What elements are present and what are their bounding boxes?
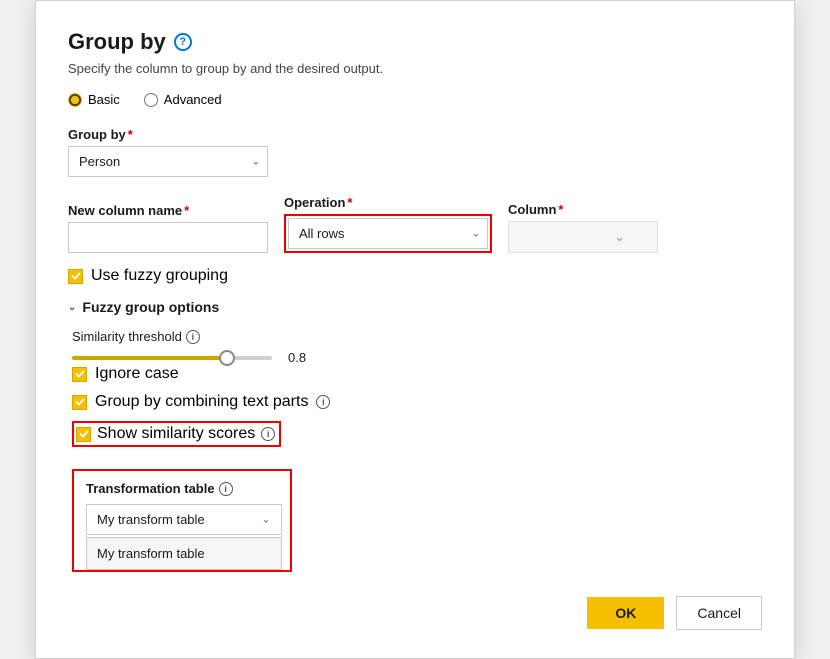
column-label: Column* xyxy=(508,202,658,217)
group-by-select-wrapper: Person Department Region ⌄ xyxy=(68,146,268,177)
new-column-field: New column name* Frequency xyxy=(68,203,268,253)
dialog-title: Group by xyxy=(68,29,166,55)
help-icon[interactable]: ? xyxy=(174,33,192,51)
group-combining-checkbox[interactable] xyxy=(72,395,87,410)
group-combining-row: Group by combining text parts i xyxy=(72,393,762,411)
cancel-button[interactable]: Cancel xyxy=(676,596,762,630)
group-combining-label: Group by combining text parts xyxy=(95,393,308,411)
similarity-threshold-label: Similarity threshold i xyxy=(72,329,762,344)
show-similarity-row: Show similarity scores i xyxy=(72,421,762,447)
slider-row: 0.8 xyxy=(72,350,762,365)
operation-select[interactable]: All rows Sum Count Average Min Max xyxy=(288,218,488,249)
show-similarity-checkbox[interactable] xyxy=(76,427,91,442)
ignore-case-checkmark-icon xyxy=(75,369,85,379)
advanced-radio-text: Advanced xyxy=(164,92,222,107)
fuzzy-grouping-checkbox[interactable] xyxy=(68,269,83,284)
dialog-subtitle: Specify the column to group by and the d… xyxy=(68,61,762,76)
show-similarity-checkmark-icon xyxy=(79,429,89,439)
show-similarity-info-icon[interactable]: i xyxy=(261,427,275,441)
group-combining-info-icon[interactable]: i xyxy=(316,395,330,409)
fuzzy-grouping-row: Use fuzzy grouping xyxy=(68,267,762,285)
operation-field: Operation* All rows Sum Count Average Mi… xyxy=(284,195,492,253)
operation-highlight-box: All rows Sum Count Average Min Max ⌄ xyxy=(284,214,492,253)
fuzzy-options-chevron-icon: ⌄ xyxy=(68,302,76,313)
column-select-disabled: ⌄ xyxy=(508,221,658,253)
footer-row: OK Cancel xyxy=(68,596,762,630)
group-by-label: Group by* xyxy=(68,127,762,142)
new-column-label: New column name* xyxy=(68,203,268,218)
column-field: Column* ⌄ xyxy=(508,202,658,253)
operation-select-wrapper: All rows Sum Count Average Min Max ⌄ xyxy=(288,218,488,249)
fuzzy-options-section: Similarity threshold i 0.8 Ignore case xyxy=(68,329,762,572)
group-by-field-section: Group by* Person Department Region ⌄ xyxy=(68,127,762,177)
new-column-input[interactable]: Frequency xyxy=(68,222,268,253)
ok-button[interactable]: OK xyxy=(587,597,664,629)
group-by-select[interactable]: Person Department Region xyxy=(68,146,268,177)
transformation-info-icon[interactable]: i xyxy=(219,482,233,496)
advanced-radio-label[interactable]: Advanced xyxy=(144,92,222,107)
similarity-value: 0.8 xyxy=(288,350,306,365)
basic-radio[interactable] xyxy=(68,93,82,107)
group-by-dialog: Group by ? Specify the column to group b… xyxy=(35,0,795,659)
show-similarity-label: Show similarity scores xyxy=(97,425,255,443)
checkmark-icon xyxy=(71,271,81,281)
columns-row: New column name* Frequency Operation* Al… xyxy=(68,195,762,253)
group-combining-checkmark-icon xyxy=(75,397,85,407)
dialog-title-row: Group by ? xyxy=(68,29,762,55)
similarity-threshold-container: Similarity threshold i 0.8 xyxy=(72,329,762,365)
transformation-select-wrapper: My transform table ⌄ xyxy=(86,504,278,535)
transformation-table-section: Transformation table i My transform tabl… xyxy=(72,469,292,572)
transformation-table-label: Transformation table i xyxy=(86,481,278,496)
basic-radio-text: Basic xyxy=(88,92,120,107)
column-chevron-icon: ⌄ xyxy=(614,229,625,245)
ignore-case-row: Ignore case xyxy=(72,365,762,383)
similarity-slider[interactable] xyxy=(72,356,272,360)
transformation-dropdown-item[interactable]: My transform table xyxy=(86,537,282,570)
basic-radio-label[interactable]: Basic xyxy=(68,92,120,107)
operation-label: Operation* xyxy=(284,195,492,210)
transformation-select[interactable]: My transform table xyxy=(86,504,282,535)
similarity-info-icon[interactable]: i xyxy=(186,330,200,344)
ignore-case-label: Ignore case xyxy=(95,365,179,383)
fuzzy-options-header[interactable]: ⌄ Fuzzy group options xyxy=(68,299,762,315)
show-similarity-highlight-box: Show similarity scores i xyxy=(72,421,281,447)
advanced-radio[interactable] xyxy=(144,93,158,107)
fuzzy-grouping-label: Use fuzzy grouping xyxy=(91,267,228,285)
mode-radio-group: Basic Advanced xyxy=(68,92,762,107)
ignore-case-checkbox[interactable] xyxy=(72,367,87,382)
